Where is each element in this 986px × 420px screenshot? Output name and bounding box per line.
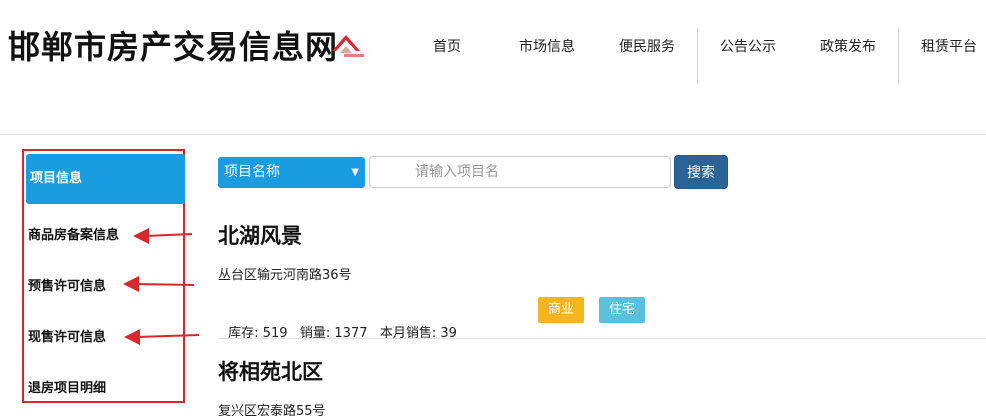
project-address: 复兴区宏泰路55号 bbox=[218, 404, 326, 419]
project-name[interactable]: 将相苑北区 bbox=[218, 356, 323, 386]
project-address: 丛台区输元河南路36号 bbox=[218, 268, 352, 283]
project-divider bbox=[218, 338, 986, 339]
project-stats-row: 库存: 519 销量: 1377 本月销售: 39 bbox=[218, 303, 457, 341]
nav-announcements[interactable]: 公告公示 bbox=[720, 36, 776, 56]
nav-separator bbox=[697, 28, 698, 84]
nav-rental[interactable]: 租赁平台 bbox=[921, 36, 977, 56]
search-type-value: 项目名称 bbox=[224, 164, 280, 180]
sidebar-item-refund-details[interactable]: 退房项目明细 bbox=[24, 377, 183, 396]
nav-public-services[interactable]: 便民服务 bbox=[619, 36, 675, 56]
house-roof-logo-icon[interactable] bbox=[330, 29, 366, 59]
red-arrow-icon bbox=[123, 276, 195, 292]
nav-policy[interactable]: 政策发布 bbox=[820, 36, 876, 56]
site-header: 邯郸市房产交易信息网 首页 市场信息 便民服务 公告公示 政策发布 租赁平台 bbox=[0, 0, 986, 135]
tag-commercial[interactable]: 商业 bbox=[538, 297, 584, 323]
red-arrow-icon bbox=[124, 329, 200, 345]
site-title[interactable]: 邯郸市房产交易信息网 bbox=[8, 22, 338, 68]
nav-separator bbox=[898, 28, 899, 84]
search-button[interactable]: 搜索 bbox=[674, 155, 728, 189]
sidebar-item-project-info[interactable]: 项目信息 bbox=[26, 154, 185, 204]
project-card: 北湖风景 bbox=[218, 220, 302, 250]
red-arrow-icon bbox=[133, 228, 193, 244]
search-input[interactable] bbox=[369, 156, 671, 188]
tag-residential[interactable]: 住宅 bbox=[599, 297, 645, 323]
project-name[interactable]: 北湖风景 bbox=[218, 220, 302, 250]
dropdown-caret-icon: ▼ bbox=[351, 167, 359, 178]
nav-market-info[interactable]: 市场信息 bbox=[519, 36, 575, 56]
search-type-select[interactable]: 项目名称 ▼ bbox=[218, 157, 365, 188]
nav-home[interactable]: 首页 bbox=[433, 36, 461, 56]
project-card: 将相苑北区 bbox=[218, 356, 323, 386]
project-address-row: 丛台区输元河南路36号 bbox=[218, 264, 352, 283]
project-address-row: 复兴区宏泰路55号 bbox=[218, 400, 326, 419]
